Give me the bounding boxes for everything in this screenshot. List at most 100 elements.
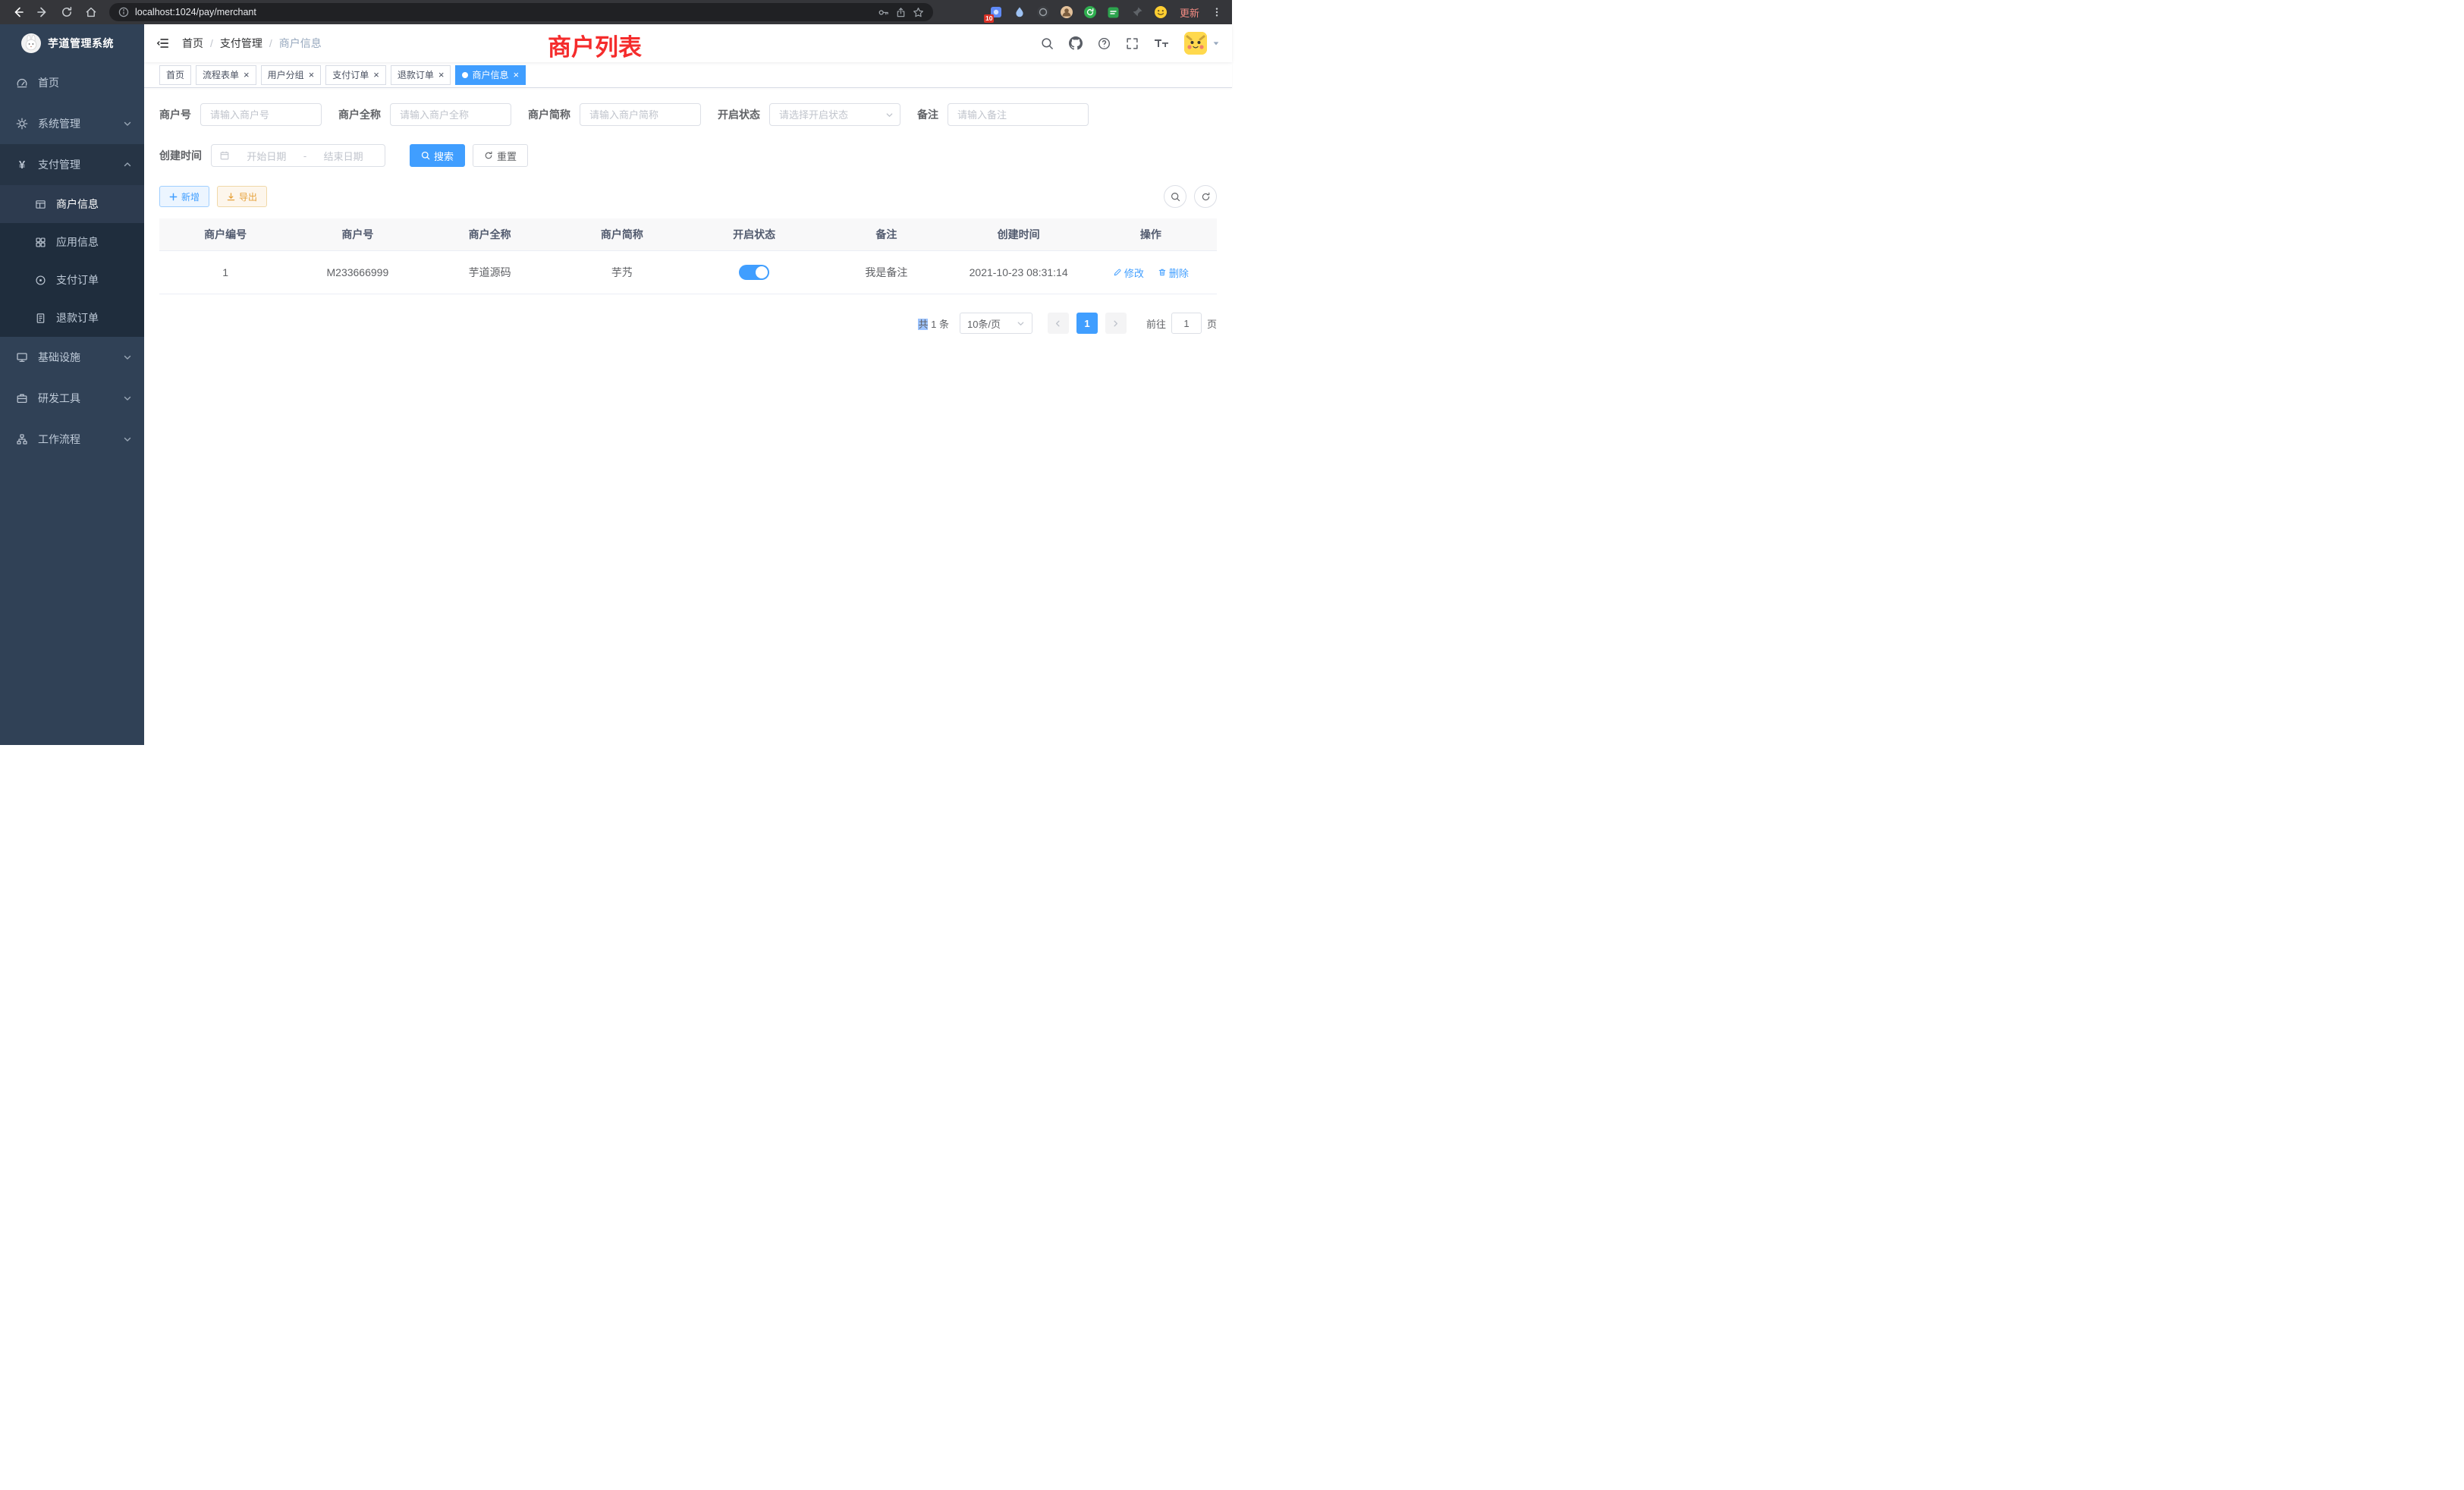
profile-extension-icon[interactable]	[1058, 3, 1076, 21]
breadcrumb-home[interactable]: 首页	[182, 36, 203, 51]
tab-label: 退款订单	[398, 68, 434, 81]
home-icon[interactable]	[80, 2, 102, 23]
address-bar[interactable]: localhost:1024/pay/merchant	[109, 3, 933, 21]
user-menu[interactable]	[1184, 32, 1220, 55]
remark-input[interactable]	[948, 103, 1089, 126]
search-button[interactable]: 搜索	[410, 144, 465, 167]
active-dot	[462, 72, 468, 78]
date-end-placeholder[interactable]: 结束日期	[310, 149, 377, 163]
prev-page-icon[interactable]	[1048, 313, 1069, 334]
full-name-input[interactable]	[390, 103, 511, 126]
green-note-extension-icon[interactable]	[1105, 3, 1123, 21]
cell-merchant-no: M233666999	[291, 251, 423, 294]
chevron-down-icon	[123, 353, 132, 362]
export-button[interactable]: 导出	[217, 186, 267, 207]
forward-icon[interactable]	[32, 2, 53, 23]
sidebar-item-home[interactable]: 首页	[0, 62, 144, 103]
tab-pay-order[interactable]: 支付订单 ×	[325, 65, 386, 85]
puzzle-extension-icon[interactable]: 10	[987, 3, 1005, 21]
cell-actions: 修改 删除	[1085, 251, 1217, 294]
close-icon[interactable]: ×	[513, 70, 519, 80]
full-name-label: 商户全称	[338, 107, 381, 122]
tab-home[interactable]: 首页	[159, 65, 191, 85]
show-search-toggle-icon[interactable]	[1164, 185, 1186, 208]
reset-button-label: 重置	[497, 149, 517, 163]
status-select[interactable]	[769, 103, 900, 126]
tab-label: 流程表单	[203, 68, 239, 81]
bookmark-star-icon[interactable]	[913, 7, 924, 18]
next-page-icon[interactable]	[1105, 313, 1127, 334]
breadcrumb-separator: /	[210, 37, 213, 49]
breadcrumb-pay[interactable]: 支付管理	[220, 36, 262, 51]
status-toggle[interactable]	[739, 265, 769, 280]
short-name-label: 商户简称	[528, 107, 570, 122]
fullscreen-icon[interactable]	[1126, 37, 1139, 50]
url-text[interactable]: localhost:1024/pay/merchant	[135, 7, 872, 17]
sidebar-fold-icon[interactable]	[144, 24, 182, 62]
green-refresh-extension-icon[interactable]	[1081, 3, 1099, 21]
header-search-icon[interactable]	[1041, 37, 1054, 50]
drop-extension-icon[interactable]	[1010, 3, 1029, 21]
app-header: 首页 / 支付管理 / 商户信息	[144, 24, 1232, 62]
date-range-picker[interactable]: 开始日期 - 结束日期	[211, 144, 385, 167]
pay-order-icon	[33, 275, 47, 286]
delete-link-label: 删除	[1169, 266, 1189, 280]
share-icon[interactable]	[895, 7, 907, 18]
sidebar-item-devtools[interactable]: 研发工具	[0, 378, 144, 419]
tab-merchant-info[interactable]: 商户信息 ×	[455, 65, 526, 85]
reset-button[interactable]: 重置	[473, 144, 528, 167]
pin-extension-icon[interactable]	[1128, 3, 1146, 21]
cell-short-name: 芋艿	[556, 251, 688, 294]
col-status: 开启状态	[688, 218, 820, 251]
edit-link[interactable]: 修改	[1113, 266, 1144, 280]
font-size-icon[interactable]	[1154, 37, 1169, 49]
site-info-icon[interactable]	[118, 7, 129, 17]
goto-page-input[interactable]	[1171, 313, 1202, 334]
breadcrumb-separator: /	[269, 37, 272, 49]
sidebar-item-pay-order[interactable]: 支付订单	[0, 261, 144, 299]
app-logo: 芋道管理系统	[0, 24, 144, 62]
sidebar-item-label: 退款订单	[56, 310, 99, 325]
emoji-extension-icon[interactable]	[1152, 3, 1170, 21]
browser-menu-icon[interactable]	[1209, 2, 1224, 23]
date-start-placeholder[interactable]: 开始日期	[233, 149, 300, 163]
reload-icon[interactable]	[56, 2, 77, 23]
tab-user-group[interactable]: 用户分组 ×	[261, 65, 322, 85]
sidebar-item-infra[interactable]: 基础设施	[0, 337, 144, 378]
short-name-input[interactable]	[580, 103, 701, 126]
sidebar-item-workflow[interactable]: 工作流程	[0, 419, 144, 460]
sidebar-item-label: 商户信息	[56, 196, 99, 212]
github-icon[interactable]	[1069, 36, 1083, 50]
merchant-no-input[interactable]	[200, 103, 322, 126]
sidebar-item-pay[interactable]: ¥ 支付管理	[0, 144, 144, 185]
tab-refund-order[interactable]: 退款订单 ×	[391, 65, 451, 85]
chrome-update-button[interactable]: 更新	[1180, 5, 1199, 20]
password-key-icon[interactable]	[878, 7, 889, 18]
pagination: 共 1 条 10条/页 1 前往 页	[159, 313, 1217, 334]
sidebar-item-system[interactable]: 系统管理	[0, 103, 144, 144]
page-number-1[interactable]: 1	[1076, 313, 1098, 334]
col-full-name: 商户全称	[424, 218, 556, 251]
table-toolbar: 新增 导出	[159, 185, 1217, 208]
col-short-name: 商户简称	[556, 218, 688, 251]
page-size-select[interactable]: 10条/页	[960, 313, 1032, 334]
delete-link[interactable]: 删除	[1158, 266, 1189, 280]
close-icon[interactable]: ×	[244, 70, 250, 80]
sidebar-item-label: 应用信息	[56, 234, 99, 250]
tab-process-form[interactable]: 流程表单 ×	[196, 65, 256, 85]
sidebar-item-merchant-info[interactable]: 商户信息	[0, 185, 144, 223]
extension-badge: 10	[984, 14, 994, 23]
sidebar-item-app-info[interactable]: 应用信息	[0, 223, 144, 261]
sidebar-item-refund-order[interactable]: 退款订单	[0, 299, 144, 337]
back-icon[interactable]	[8, 2, 29, 23]
filter-create-time: 创建时间 开始日期 - 结束日期	[159, 144, 385, 167]
close-icon[interactable]: ×	[309, 70, 315, 80]
add-button[interactable]: 新增	[159, 186, 209, 207]
close-icon[interactable]: ×	[373, 70, 379, 80]
close-icon[interactable]: ×	[438, 70, 445, 80]
refresh-table-icon[interactable]	[1194, 185, 1217, 208]
dark-circle-extension-icon[interactable]	[1034, 3, 1052, 21]
help-icon[interactable]	[1098, 37, 1111, 50]
caret-down-icon	[1212, 39, 1220, 47]
cell-status	[688, 251, 820, 294]
